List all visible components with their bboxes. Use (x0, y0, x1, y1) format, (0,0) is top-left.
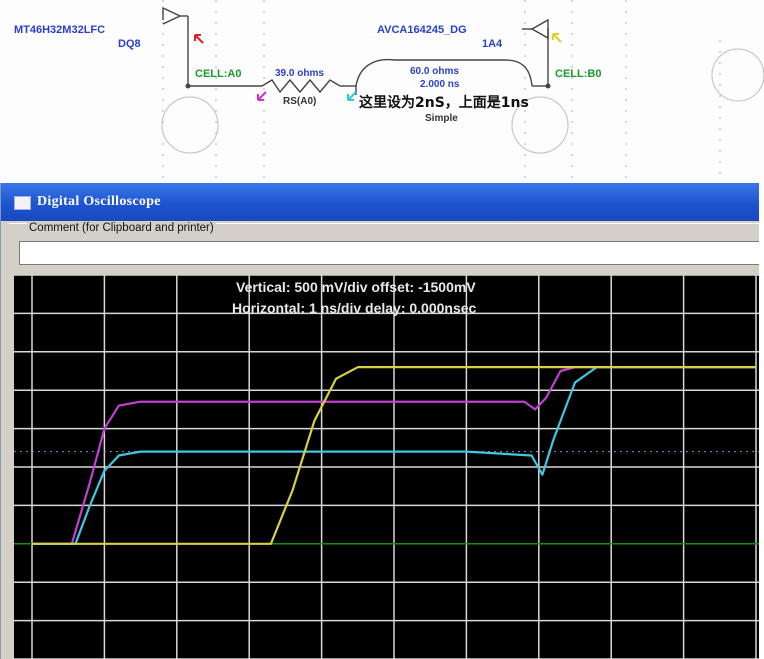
driver-pin-label: DQ8 (118, 38, 141, 50)
oscilloscope-app-icon (14, 196, 31, 210)
comment-group: Comment (for Clipboard and printer) (9, 222, 759, 270)
resistor-value-label: 39.0 ohms (275, 68, 324, 79)
comment-label: Comment (for Clipboard and printer) (27, 222, 216, 234)
schematic-area: MT46H32M32LFC DQ8 AVCA164245_DG 1A4 CELL… (0, 0, 764, 185)
oscilloscope-window: Digital Oscilloscope Comment (for Clipbo… (0, 183, 759, 659)
vertical-scale-text: Vertical: 500 mV/div offset: -1500mV (236, 279, 476, 295)
window-title: Digital Oscilloscope (37, 194, 161, 209)
tline-delay-label: 2.000 ns (420, 79, 460, 90)
receiver-part-label: AVCA164245_DG (377, 24, 467, 36)
tline-impedance-label: 60.0 ohms (410, 66, 459, 77)
tline-model-label: Simple (425, 113, 458, 124)
comment-input[interactable] (19, 241, 759, 265)
scope-plot: Vertical: 500 mV/div offset: -1500mV Hor… (14, 275, 759, 659)
annotation-text: 这里设为2nS，上面是1ns (359, 95, 529, 111)
driver-part-label: MT46H32M32LFC (14, 24, 106, 36)
receiver-pin-label: 1A4 (482, 38, 503, 50)
window-titlebar[interactable]: Digital Oscilloscope (1, 183, 759, 221)
cell-a0-label: CELL:A0 (195, 68, 242, 80)
scope-display: Vertical: 500 mV/div offset: -1500mV Hor… (14, 275, 759, 659)
horizontal-scale-text: Horizontal: 1 ns/div delay: 0.000nsec (232, 300, 477, 316)
resistor-name-label: RS(A0) (283, 96, 317, 107)
cell-b0-label: CELL:B0 (555, 68, 602, 80)
